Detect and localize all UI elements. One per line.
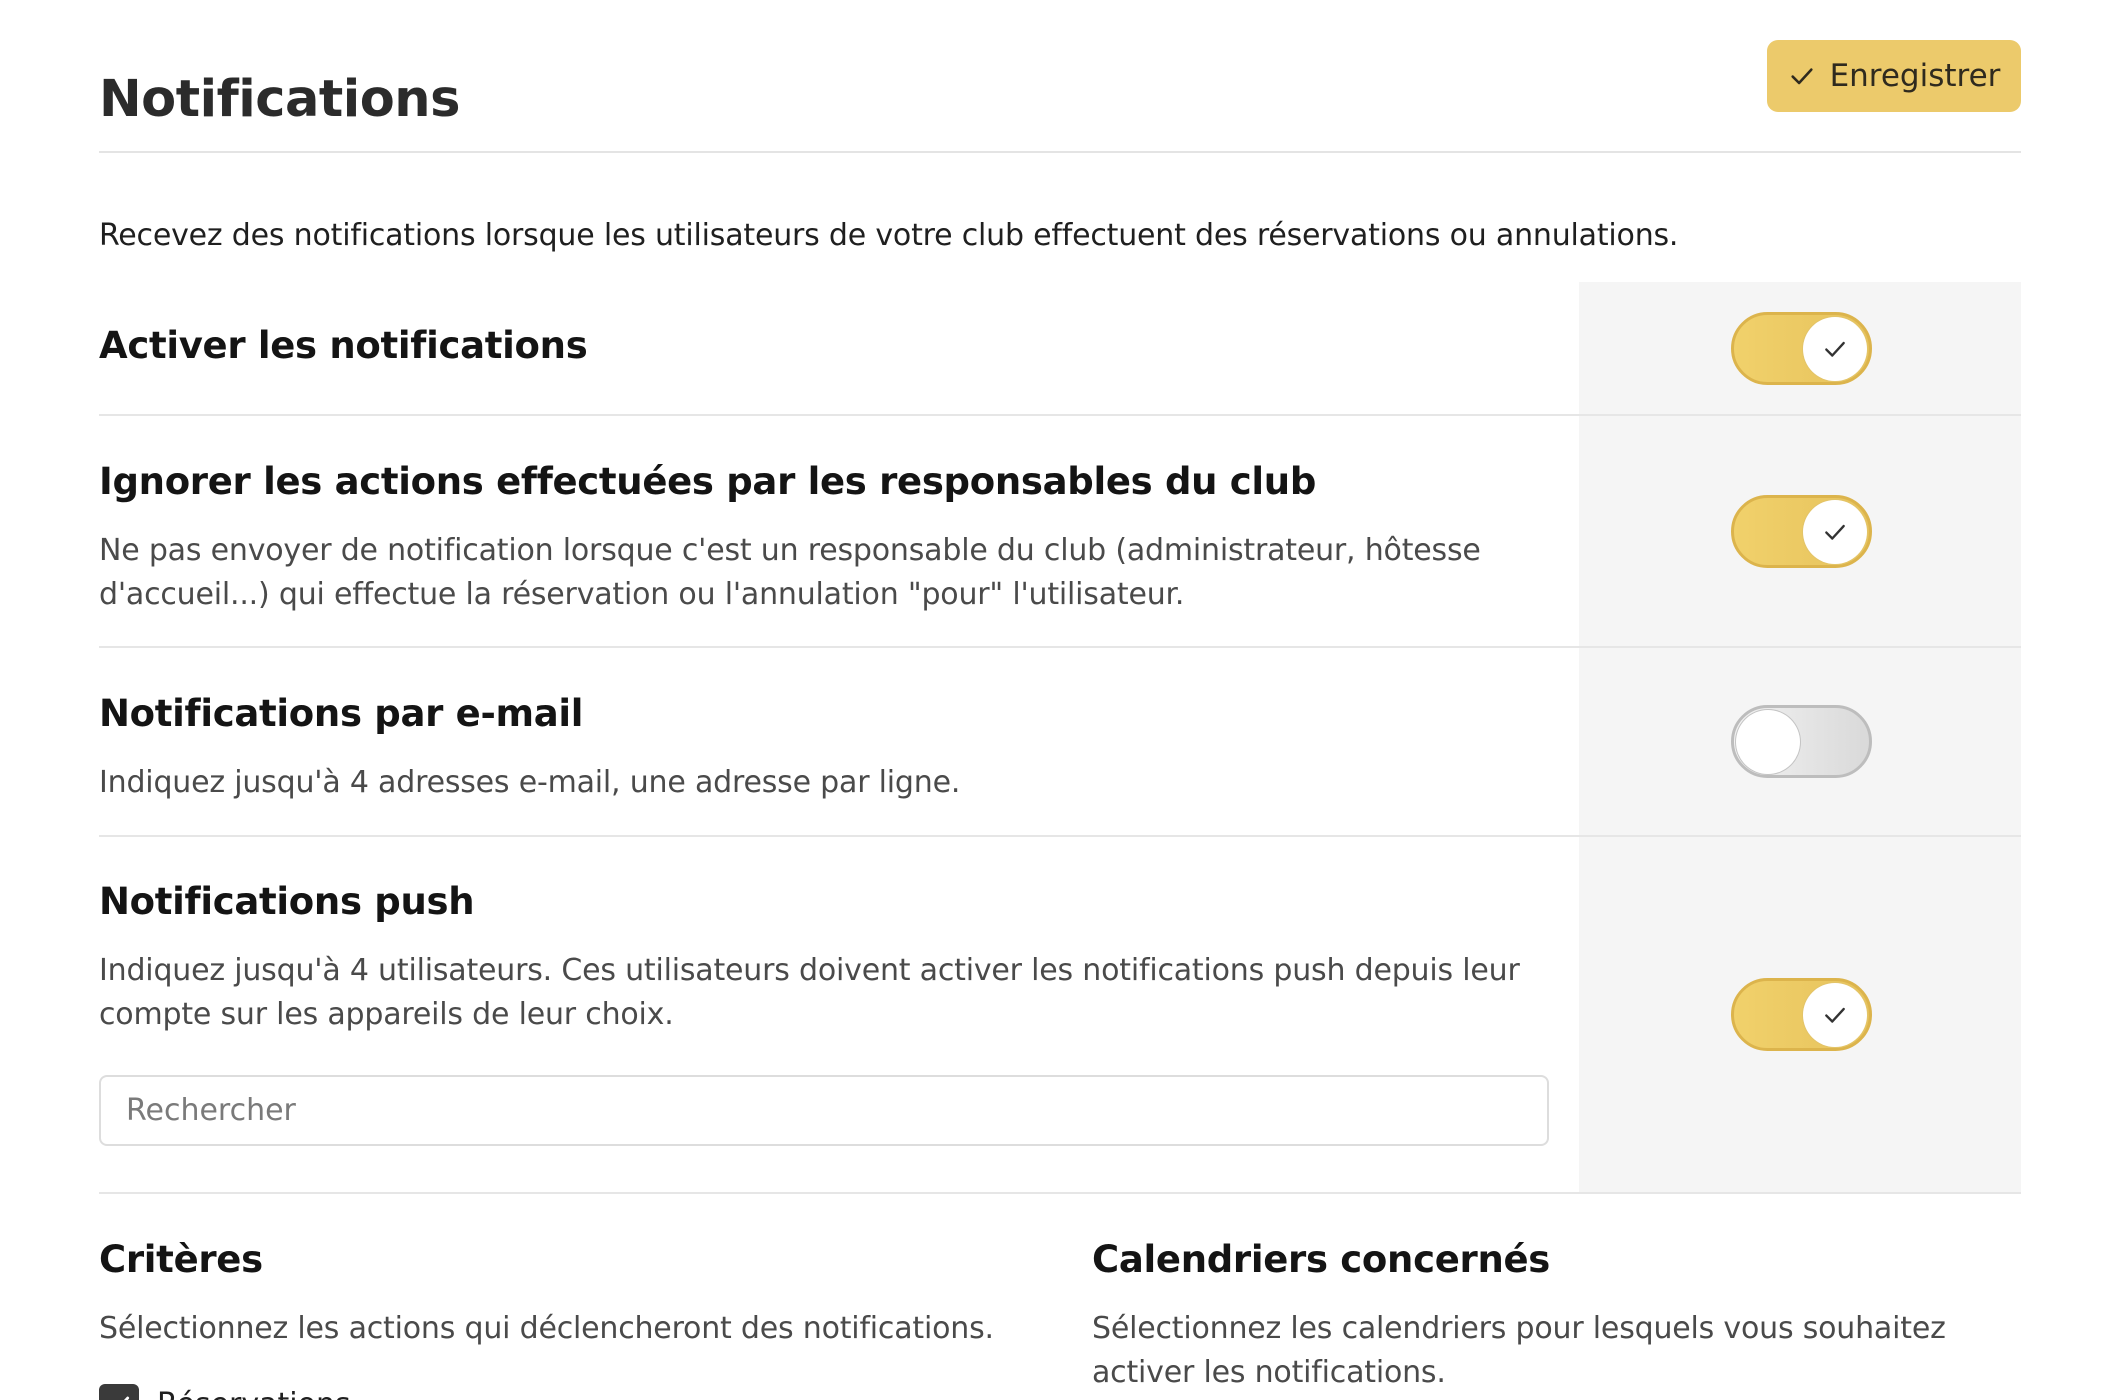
calendars-section: Calendriers concernés Sélectionnez les c… [1092, 1238, 2021, 1395]
check-icon [1790, 68, 1813, 85]
bottom-sections: Critères Sélectionnez les actions qui dé… [99, 1238, 2021, 1400]
user-search-input[interactable] [99, 1075, 1549, 1146]
settings-list: Activer les notifications Ignorer les ac… [99, 282, 2021, 1194]
calendars-title: Calendriers concernés [1092, 1238, 1551, 1281]
setting-toggle-panel [1579, 416, 2021, 646]
toggle-knob [1803, 983, 1867, 1047]
setting-toggle-panel [1579, 648, 2021, 835]
email-notifications-toggle[interactable] [1731, 705, 1872, 778]
criteria-option-reservations[interactable]: Réservations [99, 1384, 351, 1400]
setting-title: Activer les notifications [99, 324, 588, 367]
enable-notifications-toggle[interactable] [1731, 311, 1872, 385]
ignore-staff-actions-toggle[interactable] [1731, 494, 1872, 568]
setting-toggle-panel [1579, 837, 2021, 1192]
page-header: Notifications Enregistrer [99, 40, 2021, 153]
toggle-knob [1803, 316, 1867, 381]
criteria-option-label: Réservations [157, 1387, 351, 1400]
check-icon [1825, 341, 1845, 357]
setting-title: Ignorer les actions effectuées par les r… [99, 460, 1317, 503]
setting-row-email-notifications: Notifications par e-mail Indiquez jusqu'… [99, 648, 2021, 837]
setting-text: Notifications par e-mail Indiquez jusqu'… [99, 648, 1579, 835]
check-icon [1825, 524, 1845, 540]
setting-text: Ignorer les actions effectuées par les r… [99, 416, 1579, 646]
setting-description: Indiquez jusqu'à 4 adresses e-mail, une … [99, 765, 961, 800]
setting-title: Notifications push [99, 880, 475, 923]
save-button[interactable]: Enregistrer [1767, 40, 2021, 112]
criteria-description: Sélectionnez les actions qui déclenchero… [99, 1311, 994, 1346]
criteria-section: Critères Sélectionnez les actions qui dé… [99, 1238, 1092, 1400]
setting-row-ignore-staff-actions: Ignorer les actions effectuées par les r… [99, 416, 2021, 648]
intro-text: Recevez des notifications lorsque les ut… [99, 218, 1679, 253]
setting-description: Ne pas envoyer de notification lorsque c… [99, 533, 1481, 612]
setting-description: Indiquez jusqu'à 4 utilisateurs. Ces uti… [99, 953, 1520, 1032]
toggle-knob [1803, 499, 1867, 564]
check-icon [1825, 1007, 1845, 1023]
page-title: Notifications [99, 70, 460, 129]
notifications-settings-page: Notifications Enregistrer Recevez des no… [0, 0, 2120, 1400]
setting-text: Activer les notifications [99, 282, 1579, 414]
toggle-knob [1736, 710, 1800, 774]
criteria-checkbox[interactable] [99, 1384, 139, 1400]
setting-toggle-panel [1579, 282, 2021, 414]
calendars-description: Sélectionnez les calendriers pour lesque… [1092, 1311, 1946, 1390]
criteria-title: Critères [99, 1238, 263, 1281]
setting-text: Notifications push Indiquez jusqu'à 4 ut… [99, 837, 1579, 1192]
setting-title: Notifications par e-mail [99, 692, 584, 735]
push-notifications-toggle[interactable] [1731, 978, 1872, 1051]
check-icon [123, 1396, 130, 1400]
setting-row-push-notifications: Notifications push Indiquez jusqu'à 4 ut… [99, 837, 2021, 1194]
save-button-label: Enregistrer [1829, 58, 2001, 94]
setting-row-enable-notifications: Activer les notifications [99, 282, 2021, 416]
